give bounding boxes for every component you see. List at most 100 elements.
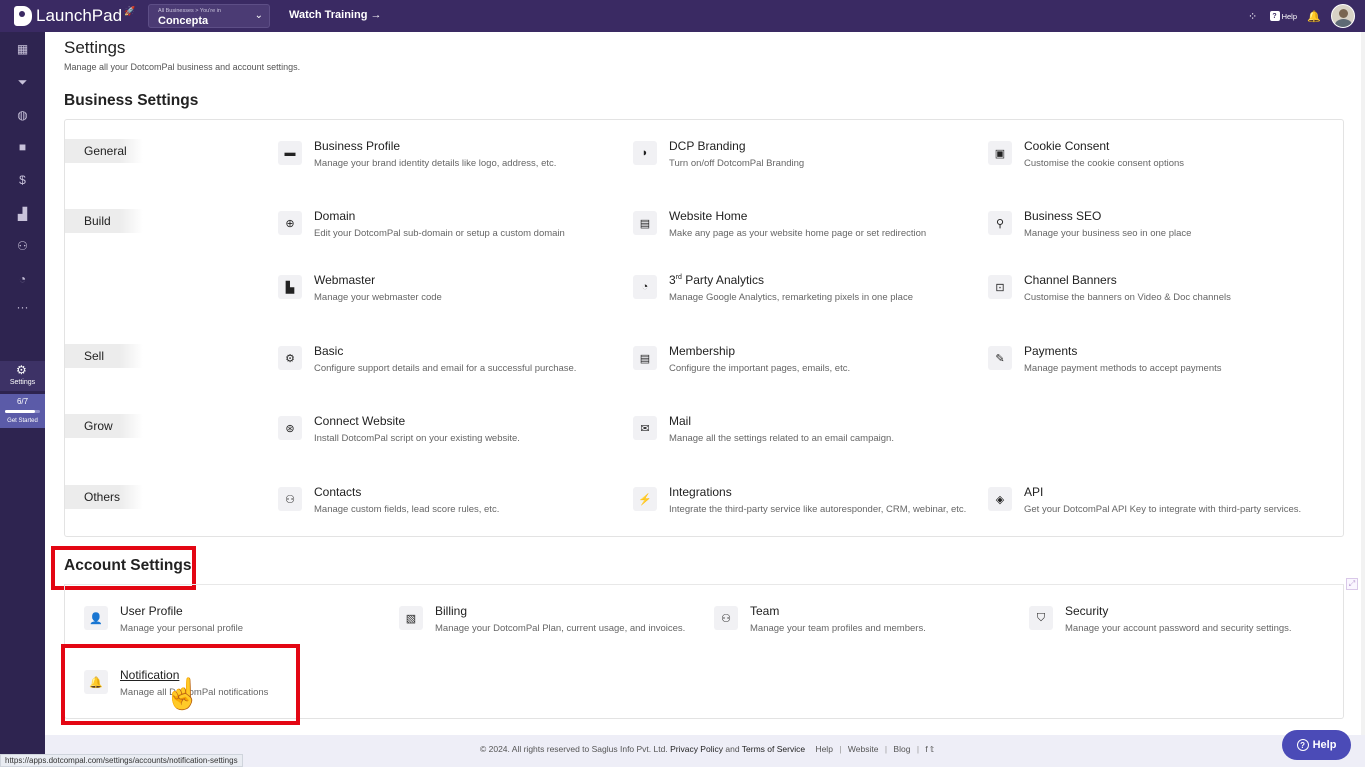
- basic-item[interactable]: ⚙ Basic Configure support details and em…: [278, 344, 618, 380]
- video-icon[interactable]: ■: [0, 136, 45, 158]
- item-title: Integrations: [669, 485, 732, 499]
- item-desc: Make any page as your website home page …: [669, 228, 927, 239]
- mail-item[interactable]: ✉ Mail Manage all the settings related t…: [633, 414, 973, 450]
- business-name: Concepta: [158, 15, 209, 27]
- more-dots-icon[interactable]: ···: [0, 296, 45, 318]
- search-icon: ⚲: [988, 211, 1012, 235]
- website-home-item[interactable]: ▤ Website Home Make any page as your web…: [633, 209, 973, 245]
- launchpad-logo[interactable]: LaunchPad 🚀: [14, 5, 135, 27]
- third-party-analytics-item[interactable]: ◔ 3rd Party Analytics Manage Google Anal…: [633, 273, 973, 309]
- item-desc: Manage custom fields, lead score rules, …: [314, 504, 500, 515]
- item-title: API: [1024, 485, 1044, 499]
- plug-icon: ⚡: [633, 487, 657, 511]
- watch-training-link[interactable]: Watch Training →: [289, 9, 382, 21]
- item-desc: Configure the important pages, emails, e…: [669, 363, 851, 374]
- sidebar-item-label: Settings: [9, 379, 36, 386]
- contacts-icon[interactable]: ⚇: [0, 235, 45, 257]
- item-title: Membership: [669, 344, 736, 358]
- integrations-item[interactable]: ⚡ Integrations Integrate the third-party…: [633, 485, 973, 521]
- shield-icon: ⛉: [1029, 606, 1053, 630]
- gauge-icon[interactable]: ◔: [0, 268, 45, 290]
- bar-chart-icon[interactable]: ▟: [0, 203, 45, 225]
- business-settings-title: Business Settings: [64, 92, 199, 109]
- connect-website-item[interactable]: ⊛ Connect Website Install DotcomPal scri…: [278, 414, 618, 450]
- users-icon: ⚇: [278, 487, 302, 511]
- item-desc: Manage your webmaster code: [314, 292, 442, 303]
- twitter-icon[interactable]: 𝕥: [930, 744, 934, 754]
- rocket-icon: 🚀: [124, 5, 136, 16]
- api-item[interactable]: ◈ API Get your DotcomPal API Key to inte…: [988, 485, 1328, 521]
- payments-item[interactable]: ✎ Payments Manage payment methods to acc…: [988, 344, 1328, 380]
- item-title: Payments: [1024, 344, 1078, 358]
- account-settings-title: Account Settings: [64, 557, 192, 574]
- item-title: User Profile: [120, 604, 183, 618]
- gear-icon: ⚙: [278, 346, 302, 370]
- apps-grid-icon[interactable]: ⁘: [1246, 9, 1260, 23]
- expand-panel-icon[interactable]: ⤢: [1346, 578, 1358, 590]
- item-desc: Customise the cookie consent options: [1024, 158, 1185, 169]
- item-title: Billing: [435, 604, 468, 618]
- membership-item[interactable]: ▤ Membership Configure the important pag…: [633, 344, 973, 380]
- item-title: 3rd Party Analytics: [669, 273, 764, 287]
- footer-help-link[interactable]: Help: [815, 744, 832, 754]
- webmaster-item[interactable]: ▙ Webmaster Manage your webmaster code: [278, 273, 618, 309]
- help-icon: ?: [1269, 11, 1280, 21]
- banner-icon: ⊡: [988, 275, 1012, 299]
- item-desc: Manage your account password and securit…: [1065, 623, 1292, 634]
- footer: © 2024. All rights reserved to Saglus In…: [45, 735, 1365, 767]
- browser-window-icon: ▤: [633, 211, 657, 235]
- dollar-icon[interactable]: $: [0, 169, 45, 191]
- question-icon: ?: [1296, 739, 1309, 751]
- security-item[interactable]: ⛉ Security Manage your account password …: [1029, 604, 1365, 640]
- dashboard-icon[interactable]: ▦: [0, 38, 45, 60]
- notification-bell-icon[interactable]: 🔔: [1307, 9, 1321, 23]
- item-desc: Manage your DotcomPal Plan, current usag…: [435, 623, 686, 634]
- business-seo-item[interactable]: ⚲ Business SEO Manage your business seo …: [988, 209, 1328, 245]
- notification-item[interactable]: 🔔 Notification Manage all DotcomPal noti…: [84, 668, 424, 704]
- floating-help-button[interactable]: ? Help: [1282, 730, 1351, 760]
- funnel-icon[interactable]: ⏷: [0, 71, 45, 93]
- membership-card-icon: ▤: [633, 346, 657, 370]
- channel-banners-item[interactable]: ⊡ Channel Banners Customise the banners …: [988, 273, 1328, 309]
- item-desc: Install DotcomPal script on your existin…: [314, 433, 520, 444]
- business-settings-panel: [64, 119, 1344, 537]
- globe-icon[interactable]: ◍: [0, 104, 45, 126]
- business-selector[interactable]: All Businesses > You're in Concepta ⌄: [148, 4, 270, 28]
- id-card-icon: ▬: [278, 141, 302, 165]
- analytics-title-prefix: 3: [669, 273, 676, 287]
- user-profile-item[interactable]: 👤 User Profile Manage your personal prof…: [84, 604, 424, 640]
- item-desc: Manage Google Analytics, remarketing pix…: [669, 292, 913, 303]
- sidebar-item-settings[interactable]: ⚙ Settings: [0, 361, 45, 391]
- item-desc: Customise the banners on Video & Doc cha…: [1024, 292, 1231, 303]
- billing-item[interactable]: ▧ Billing Manage your DotcomPal Plan, cu…: [399, 604, 739, 640]
- sidebar: ▦ ⏷ ◍ ■ $ ▟ ⚇ ◔ ··· ⚙ Settings 6/7 Get S…: [0, 32, 45, 767]
- footer-blog-link[interactable]: Blog: [893, 744, 910, 754]
- team-item[interactable]: ⚇ Team Manage your team profiles and mem…: [714, 604, 1054, 640]
- top-bar: LaunchPad 🚀 All Businesses > You're in C…: [0, 0, 1365, 32]
- item-title: Cookie Consent: [1024, 139, 1110, 153]
- get-started-widget[interactable]: 6/7 Get Started: [0, 394, 45, 428]
- contacts-item[interactable]: ⚇ Contacts Manage custom fields, lead sc…: [278, 485, 618, 521]
- dcp-branding-item[interactable]: ◗ DCP Branding Turn on/off DotcomPal Bra…: [633, 139, 973, 175]
- progress-bar-fill: [5, 410, 36, 413]
- domain-item[interactable]: ⊕ Domain Edit your DotcomPal sub-domain …: [278, 209, 618, 245]
- help-menu[interactable]: ? Help: [1269, 11, 1297, 21]
- page-scrollbar[interactable]: [1361, 32, 1365, 767]
- facebook-icon[interactable]: f: [925, 744, 927, 754]
- business-profile-item[interactable]: ▬ Business Profile Manage your brand ide…: [278, 139, 618, 175]
- item-desc: Turn on/off DotcomPal Branding: [669, 158, 805, 169]
- item-desc: Configure support details and email for …: [314, 363, 577, 374]
- category-others: Others: [65, 485, 143, 509]
- cookie-consent-item[interactable]: ▣ Cookie Consent Customise the cookie co…: [988, 139, 1328, 175]
- terms-link[interactable]: Terms of Service: [742, 744, 805, 754]
- user-avatar[interactable]: [1331, 4, 1355, 28]
- item-title: Team: [750, 604, 780, 618]
- item-title: Mail: [669, 414, 692, 428]
- item-desc: Manage all the settings related to an em…: [669, 433, 894, 444]
- footer-website-link[interactable]: Website: [848, 744, 879, 754]
- item-title: Business Profile: [314, 139, 401, 153]
- privacy-policy-link[interactable]: Privacy Policy: [670, 744, 723, 754]
- gear-icon: ⚙: [16, 363, 27, 377]
- progress-bar: [5, 410, 40, 413]
- item-title: DCP Branding: [669, 139, 746, 153]
